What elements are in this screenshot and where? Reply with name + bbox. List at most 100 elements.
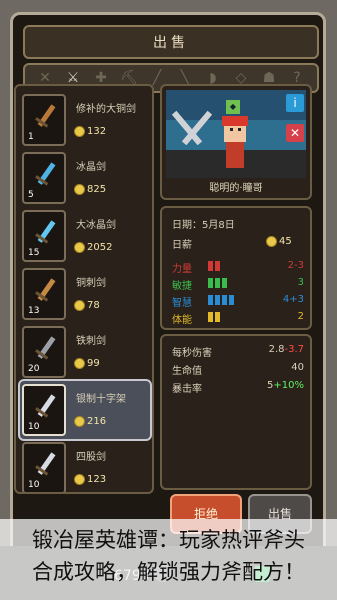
coin-icon xyxy=(266,236,277,247)
coin-icon xyxy=(74,184,85,195)
item-slot: 20 xyxy=(22,326,66,378)
item-slot: 15 xyxy=(22,210,66,262)
four-prong-sword-icon xyxy=(35,452,56,476)
combat-label: 暴击率 xyxy=(172,384,202,395)
item-level: 13 xyxy=(28,306,40,316)
stat-bar-segment xyxy=(215,261,220,271)
stat-bar-segment xyxy=(215,278,220,288)
silver-cross-icon xyxy=(35,394,56,418)
hire-date: 日期：5月8日 xyxy=(172,220,235,231)
list-item[interactable]: 15 大冰晶剑 2052 xyxy=(20,208,152,266)
combat-row: 每秒伤害 2.8-3.7 xyxy=(172,344,304,359)
stat-bars xyxy=(208,295,234,305)
combat-value: 2.8-3.7 xyxy=(268,344,304,355)
stat-value: 4+3 xyxy=(282,294,304,305)
stat-label: 力量 xyxy=(172,264,192,275)
stat-bar-segment xyxy=(208,261,213,271)
wage-value: 45 xyxy=(266,236,292,247)
item-list[interactable]: 1 修补的大铜剑 132 5 冰晶剑 825 15 大冰晶剑 2052 13 铜刺剑 78 20 铁刺剑 9… xyxy=(14,84,154,494)
info-button[interactable]: i xyxy=(286,94,304,112)
coin-icon xyxy=(74,242,85,253)
stat-bar-segment xyxy=(215,295,220,305)
item-price: 123 xyxy=(74,474,106,485)
item-price: 825 xyxy=(74,184,106,195)
list-item[interactable]: 20 铁刺剑 99 xyxy=(20,324,152,382)
item-slot: 10 xyxy=(22,442,66,492)
stat-bars xyxy=(208,278,227,288)
list-item[interactable]: 10 银制十字架 216 xyxy=(18,379,152,441)
item-level: 1 xyxy=(28,132,34,142)
item-name: 修补的大铜剑 xyxy=(76,104,136,115)
item-slot: 13 xyxy=(22,268,66,320)
stat-label: 敏捷 xyxy=(172,281,192,292)
item-price: 2052 xyxy=(74,242,112,253)
stat-row: 体能 2 xyxy=(172,311,304,326)
iron-rapier-icon xyxy=(35,336,56,360)
item-name: 四股剑 xyxy=(76,452,106,463)
list-item[interactable]: 13 铜刺剑 78 xyxy=(20,266,152,324)
combat-row: 生命值 40 xyxy=(172,362,304,377)
stat-bar-segment xyxy=(222,278,227,288)
item-slot: 5 xyxy=(22,152,66,204)
item-name: 冰晶剑 xyxy=(76,162,106,173)
stat-label: 体能 xyxy=(172,315,192,326)
item-level: 15 xyxy=(28,248,40,258)
stat-row: 敏捷 3 xyxy=(172,277,304,292)
item-name: 银制十字架 xyxy=(76,394,126,405)
stat-bar-segment xyxy=(222,295,227,305)
coin-icon xyxy=(74,474,85,485)
combat-label: 每秒伤害 xyxy=(172,348,212,359)
coin-icon xyxy=(74,126,85,137)
item-name: 大冰晶剑 xyxy=(76,220,116,231)
caption-line-2: 合成攻略，解锁强力斧配方！ xyxy=(32,560,305,584)
big-ice-sword-icon xyxy=(35,220,56,244)
combat-value: 5+10% xyxy=(267,380,304,391)
stat-label: 智慧 xyxy=(172,298,192,309)
combat-value: 40 xyxy=(291,362,304,373)
hero-status-icon: ◆ xyxy=(226,100,240,114)
stat-value: 2 xyxy=(297,311,304,322)
stat-bar-segment xyxy=(208,278,213,288)
stat-bar-segment xyxy=(215,312,220,322)
wage-label: 日薪 xyxy=(172,240,192,251)
item-price: 216 xyxy=(74,416,106,427)
item-price: 99 xyxy=(74,358,100,369)
item-slot: 1 xyxy=(22,94,66,146)
stat-value: 2-3 xyxy=(287,260,304,271)
stat-bar-segment xyxy=(208,295,213,305)
dismiss-button[interactable]: ✕ xyxy=(286,124,304,142)
list-item[interactable]: 1 修补的大铜剑 132 xyxy=(20,92,152,150)
combat-label: 生命值 xyxy=(172,366,202,377)
stat-value: 3 xyxy=(297,277,304,288)
hero-name: 聪明的·瞳哥 xyxy=(209,183,263,194)
ice-sword-icon xyxy=(35,162,56,186)
item-price: 78 xyxy=(74,300,100,311)
stat-bar-segment xyxy=(229,295,234,305)
stat-row: 力量 2-3 xyxy=(172,260,304,275)
hero-info-card: 日期：5月8日 日薪 45 力量 2-3 敏捷 3 智慧 4+3 体能 2 xyxy=(160,206,312,330)
list-item[interactable]: 10 四股剑 123 xyxy=(20,440,152,492)
item-level: 10 xyxy=(28,422,40,432)
hero-portrait: ◆ xyxy=(166,90,306,178)
stat-bar-segment xyxy=(208,312,213,322)
page-title: 出售 xyxy=(23,25,319,59)
item-price: 132 xyxy=(74,126,106,137)
coin-icon xyxy=(74,416,85,427)
item-slot: 10 xyxy=(22,384,66,436)
hero-card: ◆ i ✕ 聪明的·瞳哥 xyxy=(160,84,312,200)
caption-line-1: 锻冶屋英雄谭：玩家热评斧头 xyxy=(32,528,305,552)
coin-icon xyxy=(74,358,85,369)
combat-row: 暴击率 5+10% xyxy=(172,380,304,395)
bronze-rapier-icon xyxy=(35,278,56,302)
item-level: 10 xyxy=(28,480,40,490)
list-item[interactable]: 5 冰晶剑 825 xyxy=(20,150,152,208)
item-level: 20 xyxy=(28,364,40,374)
item-name: 铁刺剑 xyxy=(76,336,106,347)
stat-row: 智慧 4+3 xyxy=(172,294,304,309)
bronze-sword-icon xyxy=(35,104,56,128)
coin-icon xyxy=(74,300,85,311)
item-level: 5 xyxy=(28,190,34,200)
stat-bars xyxy=(208,261,220,271)
stat-bars xyxy=(208,312,220,322)
item-name: 铜刺剑 xyxy=(76,278,106,289)
